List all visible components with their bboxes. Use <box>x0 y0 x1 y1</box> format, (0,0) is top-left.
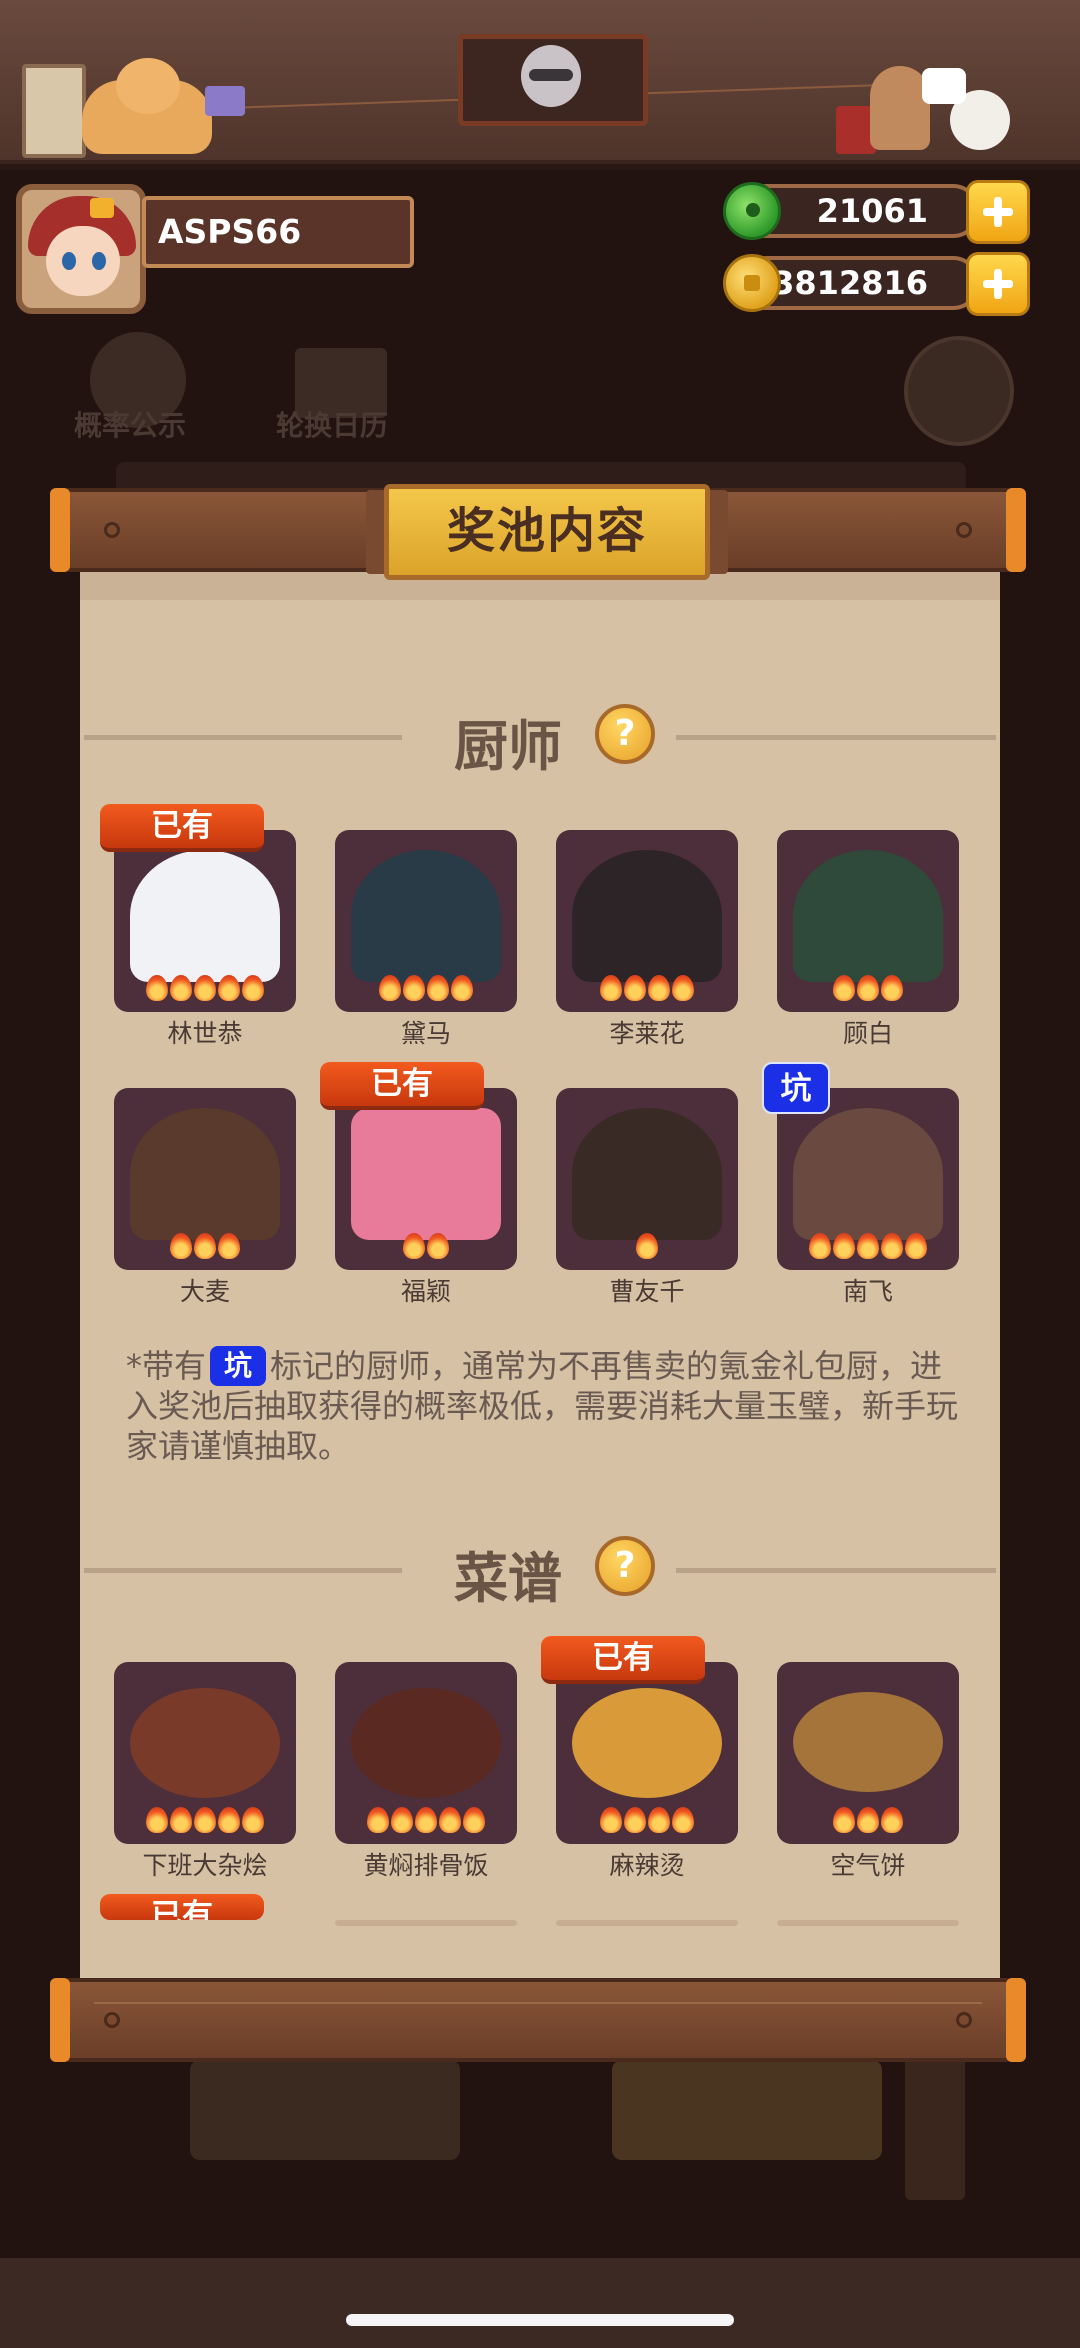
chef-card[interactable] <box>335 830 517 1012</box>
rarity-flames <box>777 975 959 1006</box>
recipe-name: 空气饼 <box>830 1851 906 1880</box>
section-divider <box>84 1568 402 1573</box>
add-coins-button[interactable] <box>966 252 1030 316</box>
section-divider <box>676 735 996 740</box>
section-divider <box>84 735 402 740</box>
recipe-card-cut <box>556 1920 738 1926</box>
recipe-help-question-icon[interactable]: ? <box>595 1536 655 1596</box>
chef-name: 曹友千 <box>609 1277 685 1306</box>
rarity-flames <box>556 975 738 1006</box>
chef-card[interactable] <box>335 1088 517 1270</box>
recipe-name: 下班大杂烩 <box>142 1851 268 1880</box>
chef-name: 南飞 <box>842 1277 893 1306</box>
tv-icon <box>205 86 245 116</box>
cat-illustration <box>82 58 212 154</box>
recipe-card[interactable] <box>556 1662 738 1844</box>
player-name: ASPS66 <box>142 196 414 268</box>
chef-name: 黛马 <box>400 1019 451 1048</box>
recipe-section-title: 菜谱 <box>454 1547 562 1610</box>
probability-label: 概率公示 <box>74 409 187 442</box>
recipe-card[interactable] <box>114 1662 296 1844</box>
chef-name: 林世恭 <box>167 1019 243 1048</box>
owned-badge: 已有 <box>100 804 264 852</box>
add-jade-button[interactable] <box>966 180 1030 244</box>
modal-title: 奖池内容 <box>384 484 710 580</box>
rarity-flames <box>114 1807 296 1838</box>
rarity-flames <box>114 1233 296 1264</box>
draw-once-button-bg <box>190 2060 460 2160</box>
chef-name: 福颖 <box>400 1277 451 1306</box>
owned-badge: 已有 <box>100 1894 264 1920</box>
chef-name: 大麦 <box>179 1277 230 1306</box>
discount-tag-bg <box>905 2050 965 2200</box>
player-avatar[interactable] <box>16 184 146 314</box>
recipe-card-cut <box>335 1920 517 1926</box>
rarity-flames <box>777 1807 959 1838</box>
chef-card[interactable] <box>777 830 959 1012</box>
bottom-bar <box>0 2258 1080 2348</box>
chef-name: 李莱花 <box>609 1019 685 1048</box>
owned-badge: 已有 <box>320 1062 484 1110</box>
recipe-name: 麻辣烫 <box>609 1851 685 1880</box>
calendar-label: 轮换日历 <box>276 409 389 442</box>
owned-badge: 已有 <box>541 1636 705 1684</box>
rarity-flames <box>777 1233 959 1264</box>
chef-card[interactable] <box>114 830 296 1012</box>
raccoon-sign <box>458 34 648 126</box>
chef-card[interactable] <box>777 1088 959 1270</box>
rarity-flames <box>114 975 296 1006</box>
pit-badge: 坑 <box>762 1062 830 1114</box>
section-divider <box>676 1568 996 1573</box>
scroll-hanging-icon <box>22 64 86 158</box>
rarity-flames <box>335 1233 517 1264</box>
chef-card[interactable] <box>556 1088 738 1270</box>
coin-icon <box>723 254 781 312</box>
characters-illustration <box>830 60 1020 156</box>
top-banner <box>0 0 1080 164</box>
chef-name: 顾白 <box>842 1019 893 1048</box>
jade-icon <box>723 182 781 240</box>
rarity-flames <box>556 1807 738 1838</box>
pit-note: *带有坑标记的厨师，通常为不再售卖的氪金礼包厨，进入奖池后抽取获得的概率极低，需… <box>126 1346 959 1465</box>
draw-ten-button-bg <box>612 2060 882 2160</box>
rarity-flames <box>335 975 517 1006</box>
recipe-card[interactable] <box>777 1662 959 1844</box>
chef-section-title: 厨师 <box>454 715 562 778</box>
home-indicator[interactable] <box>346 2314 734 2326</box>
recipe-card[interactable] <box>335 1662 517 1844</box>
rarity-flames <box>335 1807 517 1838</box>
rarity-flames <box>556 1233 738 1264</box>
chef-card[interactable] <box>556 830 738 1012</box>
chef-card[interactable] <box>114 1088 296 1270</box>
back-round-icon <box>904 336 1014 446</box>
scroll-bottom-rod <box>50 1978 1026 2062</box>
recipe-card-cut <box>777 1920 959 1926</box>
chef-help-question-icon[interactable]: ? <box>595 704 655 764</box>
recipe-name: 黄焖排骨饭 <box>363 1851 489 1880</box>
pit-badge-inline: 坑 <box>210 1346 267 1386</box>
